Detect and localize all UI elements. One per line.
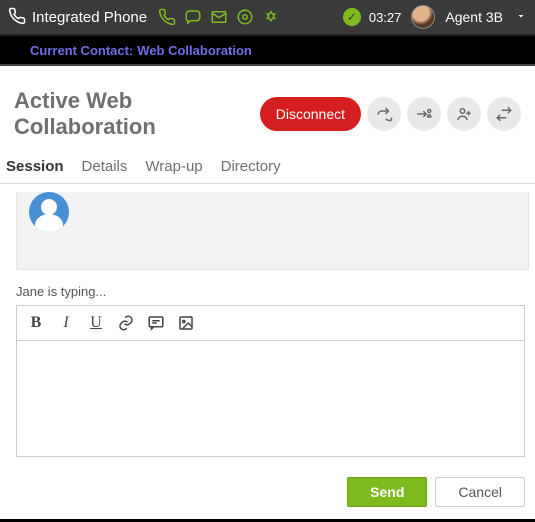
queue-icon[interactable] xyxy=(261,7,281,27)
app-title: Integrated Phone xyxy=(32,9,147,26)
redial-button[interactable] xyxy=(367,97,401,131)
session-time: 03:27 xyxy=(369,10,402,25)
tab-session[interactable]: Session xyxy=(6,156,64,177)
email-icon[interactable] xyxy=(209,7,229,27)
tabs: Session Details Wrap-up Directory xyxy=(0,150,535,184)
tab-details[interactable]: Details xyxy=(82,156,128,177)
current-contact-banner: Current Contact: Web Collaboration xyxy=(0,36,535,66)
quick-reply-button[interactable] xyxy=(143,310,169,336)
status-ok-icon: ✓ xyxy=(343,8,361,26)
agent-menu-chevron-icon[interactable] xyxy=(515,9,527,25)
message-input[interactable] xyxy=(17,341,524,453)
agent-name: Agent 3B xyxy=(445,9,503,25)
footer: Send Cancel xyxy=(0,457,535,513)
chat-icon[interactable] xyxy=(183,7,203,27)
current-contact-label: Current Contact: xyxy=(30,43,133,58)
chat-transcript xyxy=(16,192,529,270)
bold-button[interactable]: B xyxy=(23,310,49,336)
top-bar: Integrated Phone ✓ 03:27 Agent 3B xyxy=(0,0,535,36)
italic-button[interactable]: I xyxy=(53,310,79,336)
disconnect-button[interactable]: Disconnect xyxy=(260,97,361,131)
tab-wrapup[interactable]: Wrap-up xyxy=(145,156,202,177)
swap-button[interactable] xyxy=(487,97,521,131)
typing-indicator: Jane is typing... xyxy=(0,270,535,303)
headset-icon[interactable] xyxy=(235,7,255,27)
page-title: Active Web Collaboration xyxy=(14,88,260,140)
editor-toolbar: B I U xyxy=(17,306,524,341)
message-editor: B I U xyxy=(16,305,525,457)
heading-row: Active Web Collaboration Disconnect xyxy=(0,66,535,150)
current-contact-value: Web Collaboration xyxy=(137,43,252,58)
phone-app-icon xyxy=(8,7,26,28)
call-icon[interactable] xyxy=(157,7,177,27)
link-button[interactable] xyxy=(113,310,139,336)
agent-avatar[interactable] xyxy=(411,5,435,29)
add-contact-button[interactable] xyxy=(447,97,481,131)
underline-button[interactable]: U xyxy=(83,310,109,336)
tab-directory[interactable]: Directory xyxy=(221,156,281,177)
image-button[interactable] xyxy=(173,310,199,336)
contact-avatar xyxy=(29,192,69,232)
transfer-button[interactable] xyxy=(407,97,441,131)
